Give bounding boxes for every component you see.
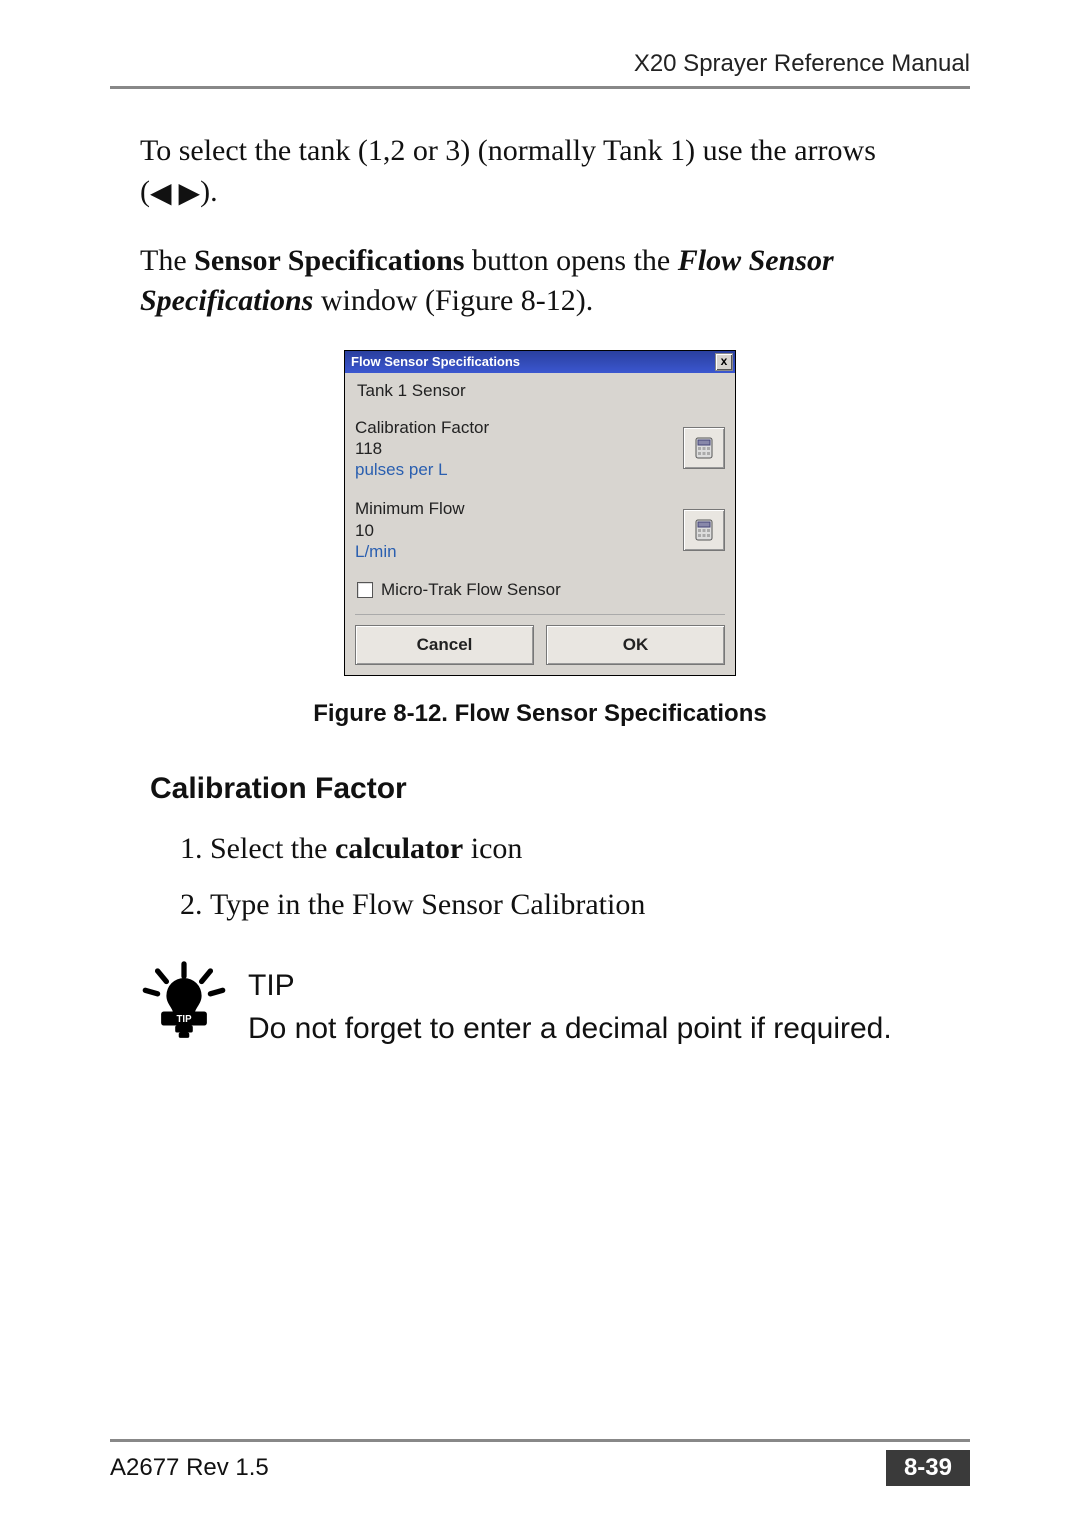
- dialog-titlebar: Flow Sensor Specifications x: [345, 351, 735, 373]
- dialog-body: Tank 1 Sensor Calibration Factor 118 pul…: [345, 373, 735, 676]
- microtrak-checkbox-row[interactable]: Micro-Trak Flow Sensor: [357, 580, 725, 600]
- para2-a: The: [140, 244, 194, 277]
- paragraph-sensor-specs: The Sensor Specifications button opens t…: [140, 241, 900, 322]
- calculator-icon: [695, 519, 713, 541]
- li1-a: Select the: [210, 832, 335, 865]
- instruction-item-2: Type in the Flow Sensor Calibration: [210, 888, 970, 922]
- minimum-flow-unit: L/min: [355, 541, 465, 562]
- header-title: X20 Sprayer Reference Manual: [110, 50, 970, 89]
- paragraph-select-tank: To select the tank (1,2 or 3) (normally …: [140, 131, 900, 213]
- li1-b: calculator: [335, 832, 463, 865]
- para2-b: Sensor Specifications: [194, 244, 464, 277]
- minimum-flow-text: Minimum Flow 10 L/min: [355, 498, 465, 562]
- ok-button[interactable]: OK: [546, 625, 725, 665]
- dialog-figure: Flow Sensor Specifications x Tank 1 Sens…: [110, 350, 970, 677]
- dialog-button-row: Cancel OK: [355, 614, 725, 665]
- para2-e: window (Figure 8-12).: [313, 284, 593, 317]
- para1-text-a: To select the tank (1,2 or 3) (normally …: [140, 134, 876, 208]
- microtrak-checkbox[interactable]: [357, 582, 373, 598]
- tip-body: Do not forget to enter a decimal point i…: [248, 1012, 892, 1045]
- calibration-factor-row: Calibration Factor 118 pulses per L: [355, 417, 725, 481]
- calibration-calculator-button[interactable]: [683, 427, 725, 469]
- tip-text: TIP Do not forget to enter a decimal poi…: [248, 966, 892, 1049]
- section-heading-calibration-factor: Calibration Factor: [150, 772, 970, 806]
- calculator-icon: [695, 437, 713, 459]
- calibration-factor-text: Calibration Factor 118 pulses per L: [355, 417, 489, 481]
- microtrak-label: Micro-Trak Flow Sensor: [381, 580, 561, 600]
- page-footer: A2677 Rev 1.5 8-39: [110, 1439, 970, 1486]
- li1-c: icon: [463, 832, 522, 865]
- instruction-item-1: Select the calculator icon: [210, 832, 970, 866]
- tip-label: TIP: [248, 966, 892, 1007]
- minimum-flow-row: Minimum Flow 10 L/min: [355, 498, 725, 562]
- dialog-title: Flow Sensor Specifications: [351, 354, 520, 369]
- tip-icon: TIP: [140, 960, 228, 1040]
- instruction-list: Select the calculator icon Type in the F…: [210, 832, 970, 922]
- left-right-arrows: ◀ ▶: [150, 178, 200, 209]
- tank-sensor-label: Tank 1 Sensor: [357, 381, 725, 401]
- flow-sensor-dialog: Flow Sensor Specifications x Tank 1 Sens…: [344, 350, 736, 677]
- minimum-flow-value: 10: [355, 520, 465, 541]
- manual-page: X20 Sprayer Reference Manual To select t…: [0, 0, 1080, 1532]
- close-button[interactable]: x: [715, 353, 733, 371]
- calibration-factor-label: Calibration Factor: [355, 417, 489, 438]
- para2-c: button opens the: [464, 244, 677, 277]
- cancel-button[interactable]: Cancel: [355, 625, 534, 665]
- figure-caption: Figure 8-12. Flow Sensor Specifications: [110, 700, 970, 728]
- tip-block: TIP TIP Do not forget to enter a decimal…: [140, 966, 970, 1049]
- tip-badge-text: TIP: [176, 1014, 192, 1025]
- doc-revision: A2677 Rev 1.5: [110, 1454, 269, 1482]
- calibration-factor-value: 118: [355, 438, 489, 459]
- para1-text-b: ).: [200, 175, 218, 208]
- page-number: 8-39: [886, 1450, 970, 1486]
- minflow-calculator-button[interactable]: [683, 509, 725, 551]
- minimum-flow-label: Minimum Flow: [355, 498, 465, 519]
- calibration-factor-unit: pulses per L: [355, 459, 489, 480]
